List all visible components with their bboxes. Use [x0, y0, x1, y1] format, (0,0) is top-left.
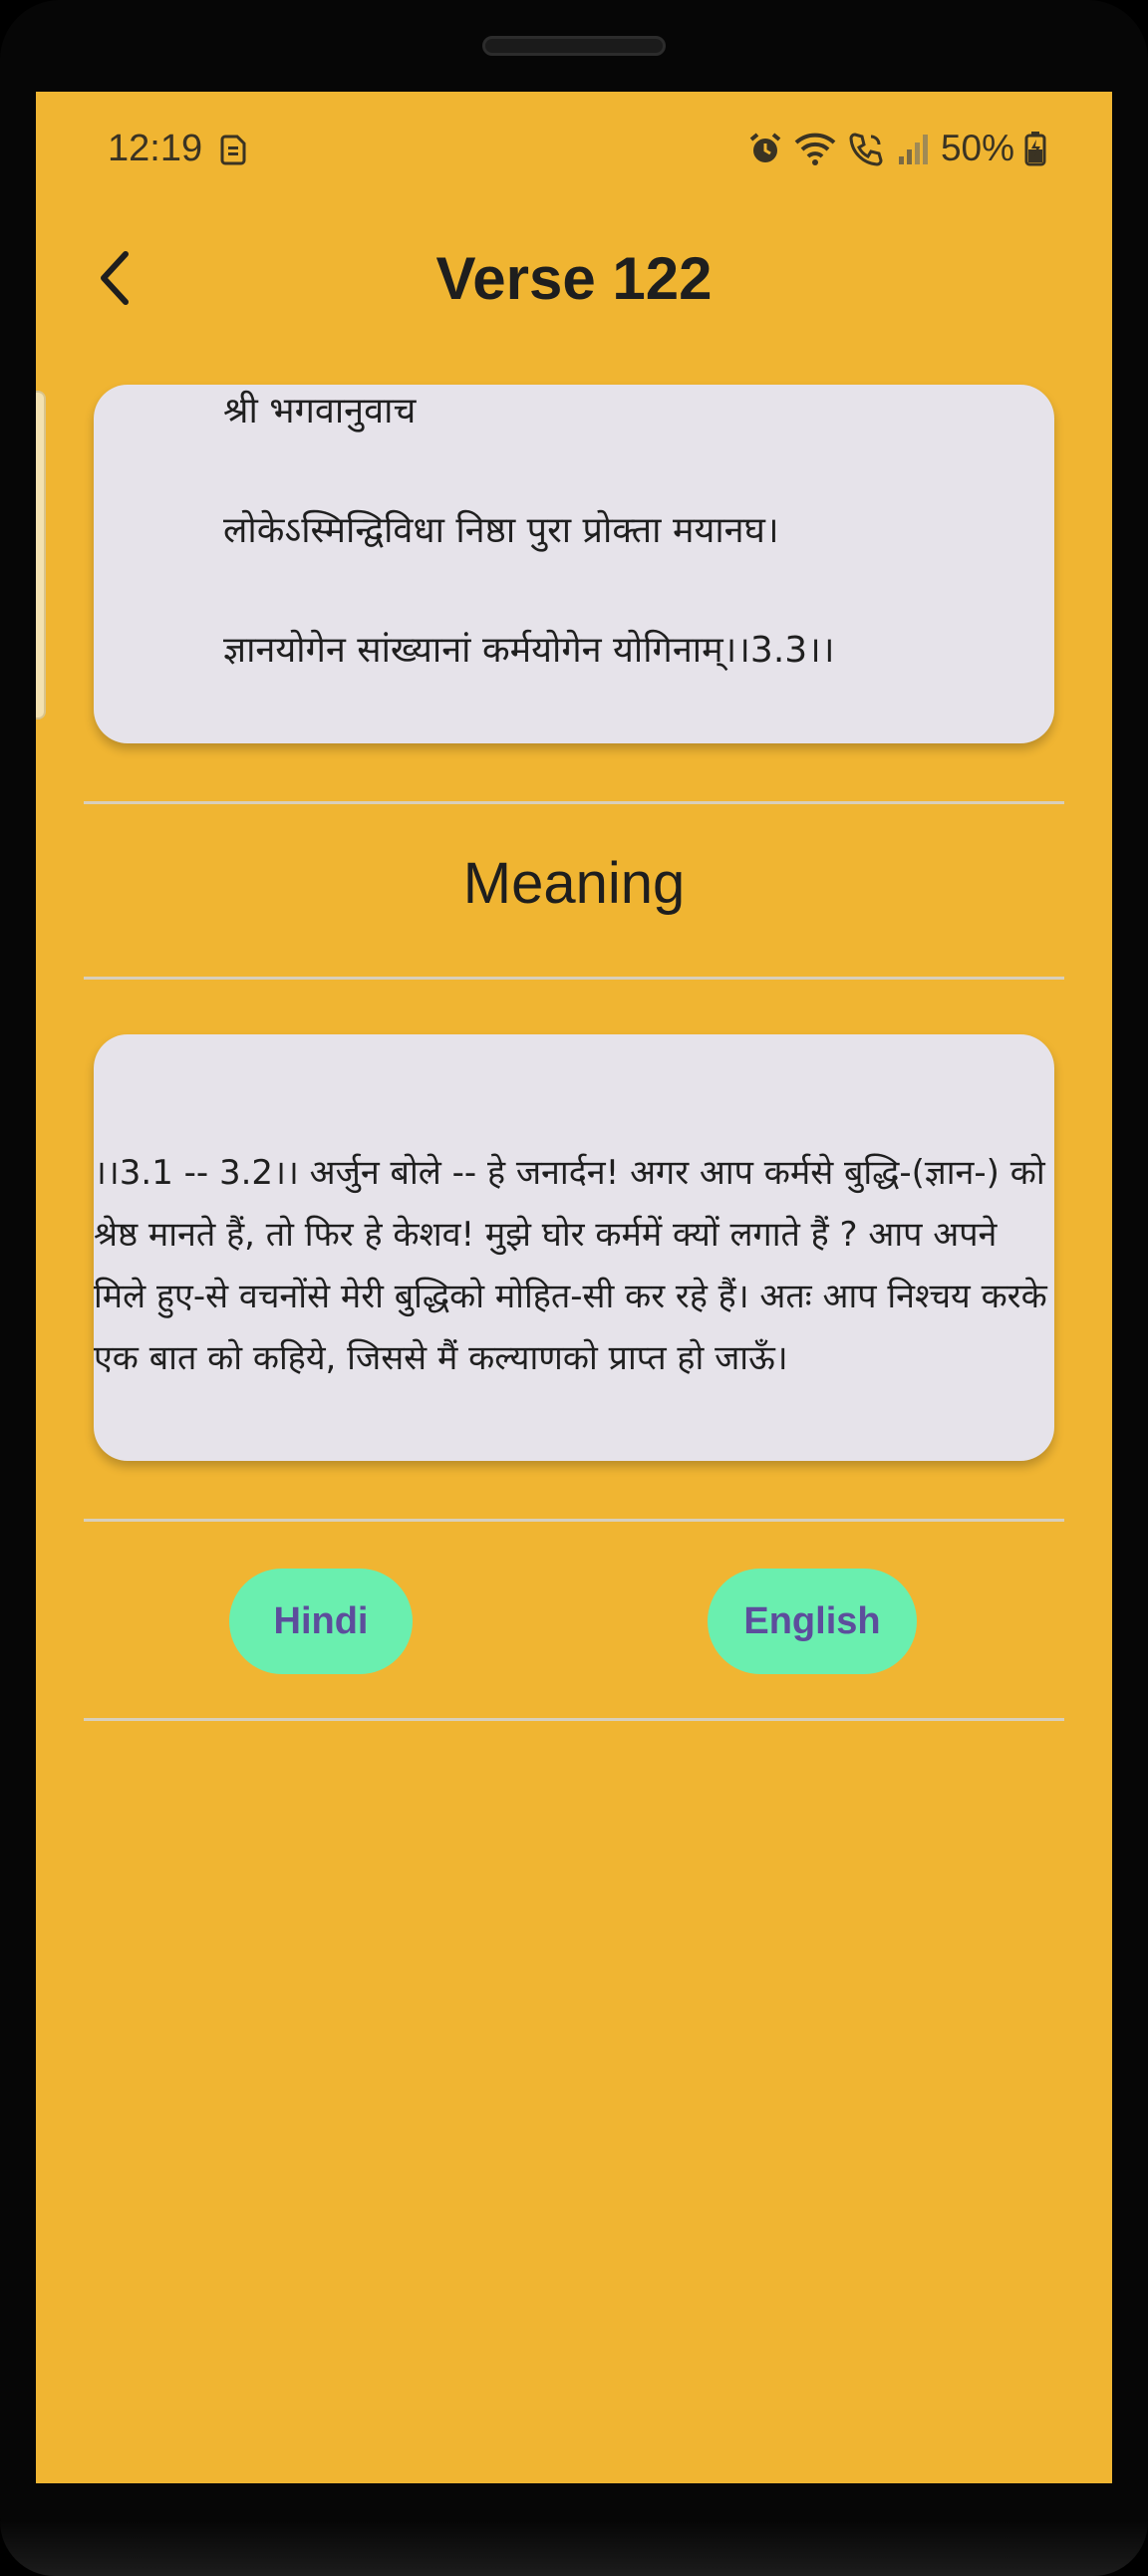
verse-line: श्री भगवानुवाच	[223, 391, 417, 431]
phone-chin	[0, 2521, 1148, 2576]
phone-frame: 12:19 50% Verse 122 श्री भगवानुवाच लोकेऽ…	[0, 0, 1148, 2576]
battery-icon	[1024, 132, 1046, 166]
status-time: 12:19	[108, 128, 203, 169]
divider	[84, 1519, 1064, 1522]
status-icons: 50%	[747, 128, 1046, 169]
hindi-button[interactable]: Hindi	[229, 1569, 413, 1674]
verse-line: लोकेऽस्मिन्द्विविधा निष्ठा पुरा प्रोक्ता…	[223, 510, 779, 551]
earpiece-speaker	[482, 36, 666, 56]
divider	[84, 801, 1064, 804]
verse-card: श्री भगवानुवाच लोकेऽस्मिन्द्विविधा निष्ठ…	[94, 385, 1054, 743]
signal-icon	[898, 135, 928, 164]
app-screen: 12:19 50% Verse 122 श्री भगवानुवाच लोकेऽ…	[36, 92, 1112, 2483]
status-bar: 12:19 50%	[36, 92, 1112, 211]
app-bar: Verse 122	[36, 211, 1112, 361]
meaning-card: ।।3.1 -- 3.2।। अर्जुन बोले -- हे जनार्दन…	[94, 1034, 1054, 1461]
wifi-icon	[794, 133, 836, 165]
call-icon	[849, 133, 883, 166]
page-title: Verse 122	[435, 245, 713, 312]
verse-line: ज्ञानयोगेन सांख्यानां कर्मयोगेन योगिनाम्…	[223, 630, 835, 671]
meaning-heading: Meaning	[462, 851, 686, 916]
meaning-text: ।।3.1 -- 3.2।। अर्जुन बोले -- हे जनार्दन…	[94, 1153, 1047, 1378]
battery-percent: 50%	[940, 128, 1014, 168]
divider	[84, 1718, 1064, 1721]
alarm-icon	[749, 133, 781, 162]
sim-icon	[220, 135, 246, 165]
english-button[interactable]: English	[708, 1569, 917, 1674]
divider	[84, 977, 1064, 980]
previous-page-peek	[36, 391, 46, 719]
